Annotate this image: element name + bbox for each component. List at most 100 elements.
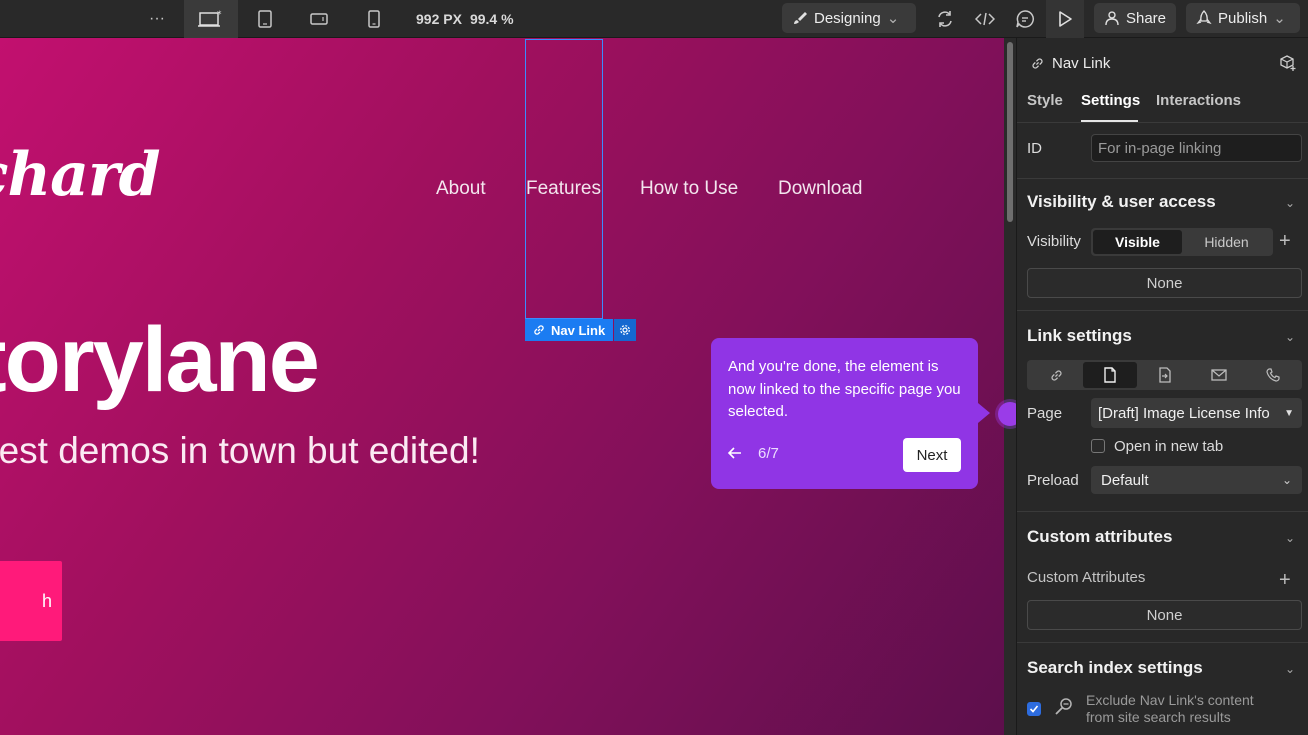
- breakpoint-portrait-button[interactable]: [355, 0, 393, 38]
- code-button[interactable]: [968, 0, 1002, 38]
- divider: [1017, 178, 1308, 179]
- nav-link-download[interactable]: Download: [778, 178, 863, 200]
- element-settings-button[interactable]: [614, 319, 637, 341]
- search-exclude-line2: from site search results: [1086, 709, 1231, 725]
- preload-label: Preload: [1027, 472, 1079, 489]
- tour-back-button[interactable]: [727, 446, 743, 465]
- chevron-down-icon[interactable]: ⌄: [1285, 662, 1295, 676]
- visibility-none-box[interactable]: None: [1027, 268, 1302, 298]
- id-input[interactable]: For in-page linking: [1091, 134, 1302, 162]
- publish-label: Publish: [1218, 9, 1268, 27]
- page-select-value: [Draft] Image License Info: [1098, 404, 1270, 422]
- tablet-icon: [258, 10, 272, 28]
- mobile-portrait-icon: [368, 10, 380, 28]
- link-type-section[interactable]: [1137, 362, 1191, 388]
- rocket-icon: [1196, 10, 1212, 25]
- visibility-visible-option[interactable]: Visible: [1093, 230, 1182, 254]
- divider: [1017, 511, 1308, 512]
- nav-link-about[interactable]: About: [436, 178, 486, 200]
- custom-attributes-label: Custom Attributes: [1027, 569, 1146, 586]
- chevron-down-icon: ⌄: [886, 10, 900, 27]
- cube-plus-icon: [1280, 55, 1296, 71]
- selected-element-tag[interactable]: Nav Link: [525, 319, 637, 341]
- search-index-title[interactable]: Search index settings: [1027, 658, 1203, 678]
- share-button[interactable]: Share: [1094, 3, 1176, 33]
- cta-label: h: [41, 590, 52, 611]
- chevron-down-icon: ⌄: [1273, 10, 1286, 27]
- selected-element-label: Nav Link: [525, 319, 614, 341]
- add-visibility-condition-button[interactable]: +: [1279, 231, 1291, 251]
- top-toolbar: ··· * 992 PX 99.4 % Designing ⌄ Share Pu…: [0, 0, 1308, 38]
- comment-icon: [1016, 10, 1034, 28]
- canvas-zoom: 99.4 %: [469, 11, 514, 27]
- tour-pointer: [978, 403, 990, 423]
- component-button[interactable]: [1279, 54, 1297, 77]
- tour-next-button[interactable]: Next: [903, 438, 961, 472]
- visibility-toggle: Visible Hidden: [1091, 228, 1273, 256]
- user-icon: [1105, 11, 1119, 26]
- chevron-down-icon[interactable]: ⌄: [1285, 196, 1295, 210]
- add-custom-attribute-button[interactable]: +: [1279, 570, 1291, 590]
- play-icon: [1059, 11, 1072, 27]
- id-label: ID: [1027, 140, 1042, 157]
- element-name: Nav Link: [1052, 55, 1111, 72]
- open-new-tab-label[interactable]: Open in new tab: [1114, 438, 1223, 455]
- hero-cta-button[interactable]: h: [0, 561, 62, 641]
- preview-button[interactable]: [1046, 0, 1084, 38]
- element-header: Nav Link: [1031, 55, 1110, 72]
- brush-icon: [794, 12, 807, 24]
- phone-icon: [1266, 368, 1280, 382]
- preload-select[interactable]: Default ⌄: [1091, 466, 1302, 494]
- code-icon: [975, 12, 995, 26]
- search-exclude-label[interactable]: Exclude Nav Link's content from site sea…: [1086, 692, 1254, 726]
- canvas-scrollbar[interactable]: [1004, 38, 1016, 735]
- mode-dropdown[interactable]: Designing ⌄: [782, 3, 916, 33]
- gear-icon: [620, 325, 631, 335]
- search-exclude-icon: [1053, 696, 1075, 723]
- nav-link-how-to-use[interactable]: How to Use: [640, 178, 738, 200]
- app-window: ··· * 992 PX 99.4 % Designing ⌄ Share Pu…: [0, 0, 1308, 735]
- breakpoint-desktop-button[interactable]: *: [184, 0, 238, 38]
- visibility-section-title[interactable]: Visibility & user access: [1027, 192, 1216, 212]
- chevron-down-icon[interactable]: ⌄: [1285, 330, 1295, 344]
- link-type-phone[interactable]: [1246, 362, 1300, 388]
- page-label: Page: [1027, 405, 1063, 422]
- chevron-down-icon[interactable]: ⌄: [1285, 531, 1295, 545]
- link-type-page[interactable]: [1083, 362, 1138, 388]
- custom-attributes-none-box[interactable]: None: [1027, 600, 1302, 630]
- publish-dropdown[interactable]: Publish ⌄: [1186, 3, 1300, 33]
- page-section-icon: [1158, 367, 1171, 383]
- more-menu-button[interactable]: ···: [140, 0, 174, 38]
- page-select[interactable]: [Draft] Image License Info ▼: [1091, 398, 1302, 428]
- tab-settings[interactable]: Settings: [1081, 92, 1140, 109]
- link-type-email[interactable]: [1192, 362, 1246, 388]
- exclude-search-checkbox[interactable]: [1027, 702, 1041, 716]
- hero-subtitle: best demos in town but edited!: [0, 430, 480, 471]
- custom-attributes-title[interactable]: Custom attributes: [1027, 527, 1172, 547]
- link-icon: [534, 325, 544, 335]
- open-new-tab-checkbox[interactable]: [1091, 439, 1105, 453]
- canvas-scroll-thumb[interactable]: [1007, 42, 1013, 222]
- tab-interactions[interactable]: Interactions: [1156, 92, 1241, 109]
- tour-step-counter: 6/7: [758, 445, 779, 462]
- tab-style[interactable]: Style: [1027, 92, 1063, 109]
- sync-button[interactable]: [928, 0, 962, 38]
- canvas-size-readout: 992 PX 99.4 %: [416, 0, 514, 38]
- search-exclude-line1: Exclude Nav Link's content: [1086, 692, 1254, 708]
- selected-tag-text: Nav Link: [551, 322, 606, 338]
- link-settings-title[interactable]: Link settings: [1027, 326, 1132, 346]
- breakpoint-tablet-button[interactable]: [246, 0, 284, 38]
- divider: [1017, 310, 1308, 311]
- comments-button[interactable]: [1008, 0, 1042, 38]
- visibility-label: Visibility: [1027, 233, 1081, 250]
- more-icon: ···: [149, 10, 165, 27]
- divider: [1017, 122, 1308, 123]
- visibility-hidden-option[interactable]: Hidden: [1182, 230, 1271, 254]
- link-icon: [1051, 369, 1062, 381]
- divider: [1017, 642, 1308, 643]
- svg-text:*: *: [217, 10, 222, 20]
- breakpoint-landscape-button[interactable]: [300, 0, 338, 38]
- link-type-url[interactable]: [1029, 362, 1083, 388]
- tour-tooltip: And you're done, the element is now link…: [711, 338, 978, 489]
- hero-title: torylane: [0, 309, 320, 411]
